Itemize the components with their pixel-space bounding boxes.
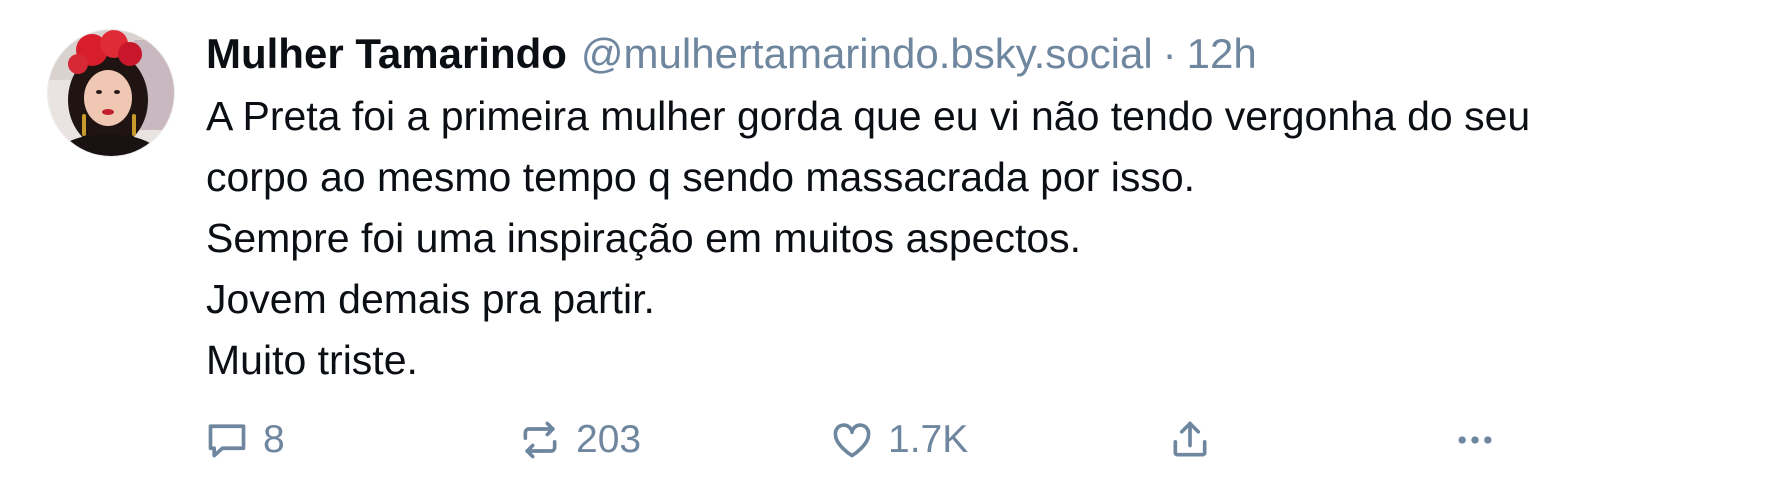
- post-text: A Preta foi a primeira mulher gorda que …: [206, 86, 1772, 391]
- header-separator: ·: [1162, 30, 1177, 77]
- heart-icon: [830, 418, 874, 462]
- more-dots-icon: [1453, 418, 1497, 462]
- like-count: 1.7K: [888, 418, 969, 461]
- repost-count: 203: [576, 418, 642, 461]
- author-display-name[interactable]: Mulher Tamarindo: [206, 26, 567, 82]
- like-button[interactable]: 1.7K: [830, 410, 968, 470]
- post-text-line: Jovem demais pra partir.: [206, 276, 655, 322]
- share-button[interactable]: [1168, 410, 1212, 470]
- share-icon: [1168, 418, 1212, 462]
- post-header: Mulher Tamarindo @mulhertamarindo.bsky.s…: [206, 26, 1772, 82]
- repost-icon: [518, 418, 562, 462]
- repost-button[interactable]: 203: [518, 410, 641, 470]
- more-options-button[interactable]: [1453, 410, 1497, 470]
- post-text-line: A Preta foi a primeira mulher gorda que …: [206, 93, 1531, 139]
- author-avatar[interactable]: [48, 30, 174, 156]
- post-text-line: Sempre foi uma inspiração em muitos aspe…: [206, 215, 1082, 261]
- reply-button[interactable]: 8: [205, 410, 285, 470]
- post-text-line: corpo ao mesmo tempo q sendo massacrada …: [206, 154, 1196, 200]
- reply-count: 8: [263, 418, 285, 461]
- post-timestamp[interactable]: 12h: [1187, 26, 1257, 82]
- post-content: Mulher Tamarindo @mulhertamarindo.bsky.s…: [206, 26, 1772, 391]
- post-actions: 8 203 1.7K: [0, 410, 1792, 470]
- post-text-line: Muito triste.: [206, 337, 418, 383]
- author-handle[interactable]: @mulhertamarindo.bsky.social: [581, 26, 1153, 82]
- reply-bubble-icon: [205, 418, 249, 462]
- post-card[interactable]: Mulher Tamarindo @mulhertamarindo.bsky.s…: [0, 0, 1792, 504]
- avatar-image: [48, 30, 174, 156]
